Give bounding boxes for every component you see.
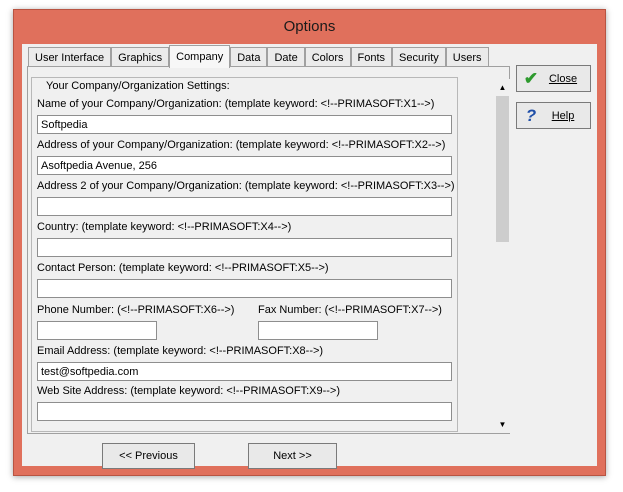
company-name-field[interactable]: Softpedia <box>37 115 452 134</box>
country-field[interactable] <box>37 238 452 257</box>
close-button[interactable]: ✔ Close <box>516 65 591 92</box>
help-button-label: Help <box>551 109 575 122</box>
tab-fonts[interactable]: Fonts <box>350 47 393 67</box>
tab-graphics[interactable]: Graphics <box>111 47 170 67</box>
tab-company[interactable]: Company <box>169 45 231 68</box>
tab-data[interactable]: Data <box>230 47 268 67</box>
phone-number-field[interactable] <box>37 321 157 340</box>
phone-number-label: Phone Number: (<!--PRIMASOFT:X6-->) <box>37 304 235 316</box>
help-button[interactable]: ? Help <box>516 102 591 129</box>
window-title: Options <box>283 18 336 35</box>
tab-user-interface[interactable]: User Interface <box>28 47 112 67</box>
company-address-label: Address of your Company/Organization: (t… <box>37 139 446 151</box>
scrollbar-thumb[interactable] <box>496 96 509 242</box>
country-label: Country: (template keyword: <!--PRIMASOF… <box>37 221 292 233</box>
panel-vertical-scrollbar[interactable]: ▲ ▼ <box>494 79 511 433</box>
arrow-down-icon: ▼ <box>498 420 507 429</box>
window-client-area: User Interface Graphics Company Data Dat… <box>22 44 597 469</box>
company-address2-label: Address 2 of your Company/Organization: … <box>37 180 455 192</box>
options-window: Options User Interface Graphics Company … <box>13 9 606 476</box>
email-address-label: Email Address: (template keyword: <!--PR… <box>37 345 324 357</box>
question-mark-icon: ? <box>525 105 537 125</box>
group-title: Your Company/Organization Settings: <box>45 80 231 92</box>
scroll-down-button[interactable]: ▼ <box>494 416 511 433</box>
tab-colors[interactable]: Colors <box>304 47 351 67</box>
scroll-up-button[interactable]: ▲ <box>494 79 511 96</box>
fax-number-field[interactable] <box>258 321 378 340</box>
contact-person-label: Contact Person: (template keyword: <!--P… <box>37 262 329 274</box>
email-address-field[interactable]: test@softpedia.com <box>37 362 452 381</box>
company-settings-group: Your Company/Organization Settings: Name… <box>31 77 458 432</box>
company-address2-field[interactable] <box>37 197 452 216</box>
fax-number-label: Fax Number: (<!--PRIMASOFT:X7-->) <box>258 304 442 316</box>
tab-date[interactable]: Date <box>267 47 305 67</box>
website-address-field[interactable] <box>37 402 452 421</box>
next-button[interactable]: Next >> <box>248 443 337 469</box>
close-button-label: Close <box>548 72 578 85</box>
company-tab-panel: Your Company/Organization Settings: Name… <box>27 66 511 434</box>
previous-button[interactable]: << Previous <box>102 443 195 469</box>
checkmark-icon: ✔ <box>523 68 539 88</box>
tab-security[interactable]: Security <box>392 47 446 67</box>
arrow-up-icon: ▲ <box>498 83 507 92</box>
company-name-label: Name of your Company/Organization: (temp… <box>37 98 435 110</box>
company-address-field[interactable]: Asoftpedia Avenue, 256 <box>37 156 452 175</box>
tab-users[interactable]: Users <box>445 47 489 67</box>
contact-person-field[interactable] <box>37 279 452 298</box>
website-address-label: Web Site Address: (template keyword: <!-… <box>37 385 341 397</box>
tab-strip: User Interface Graphics Company Data Dat… <box>28 45 489 68</box>
